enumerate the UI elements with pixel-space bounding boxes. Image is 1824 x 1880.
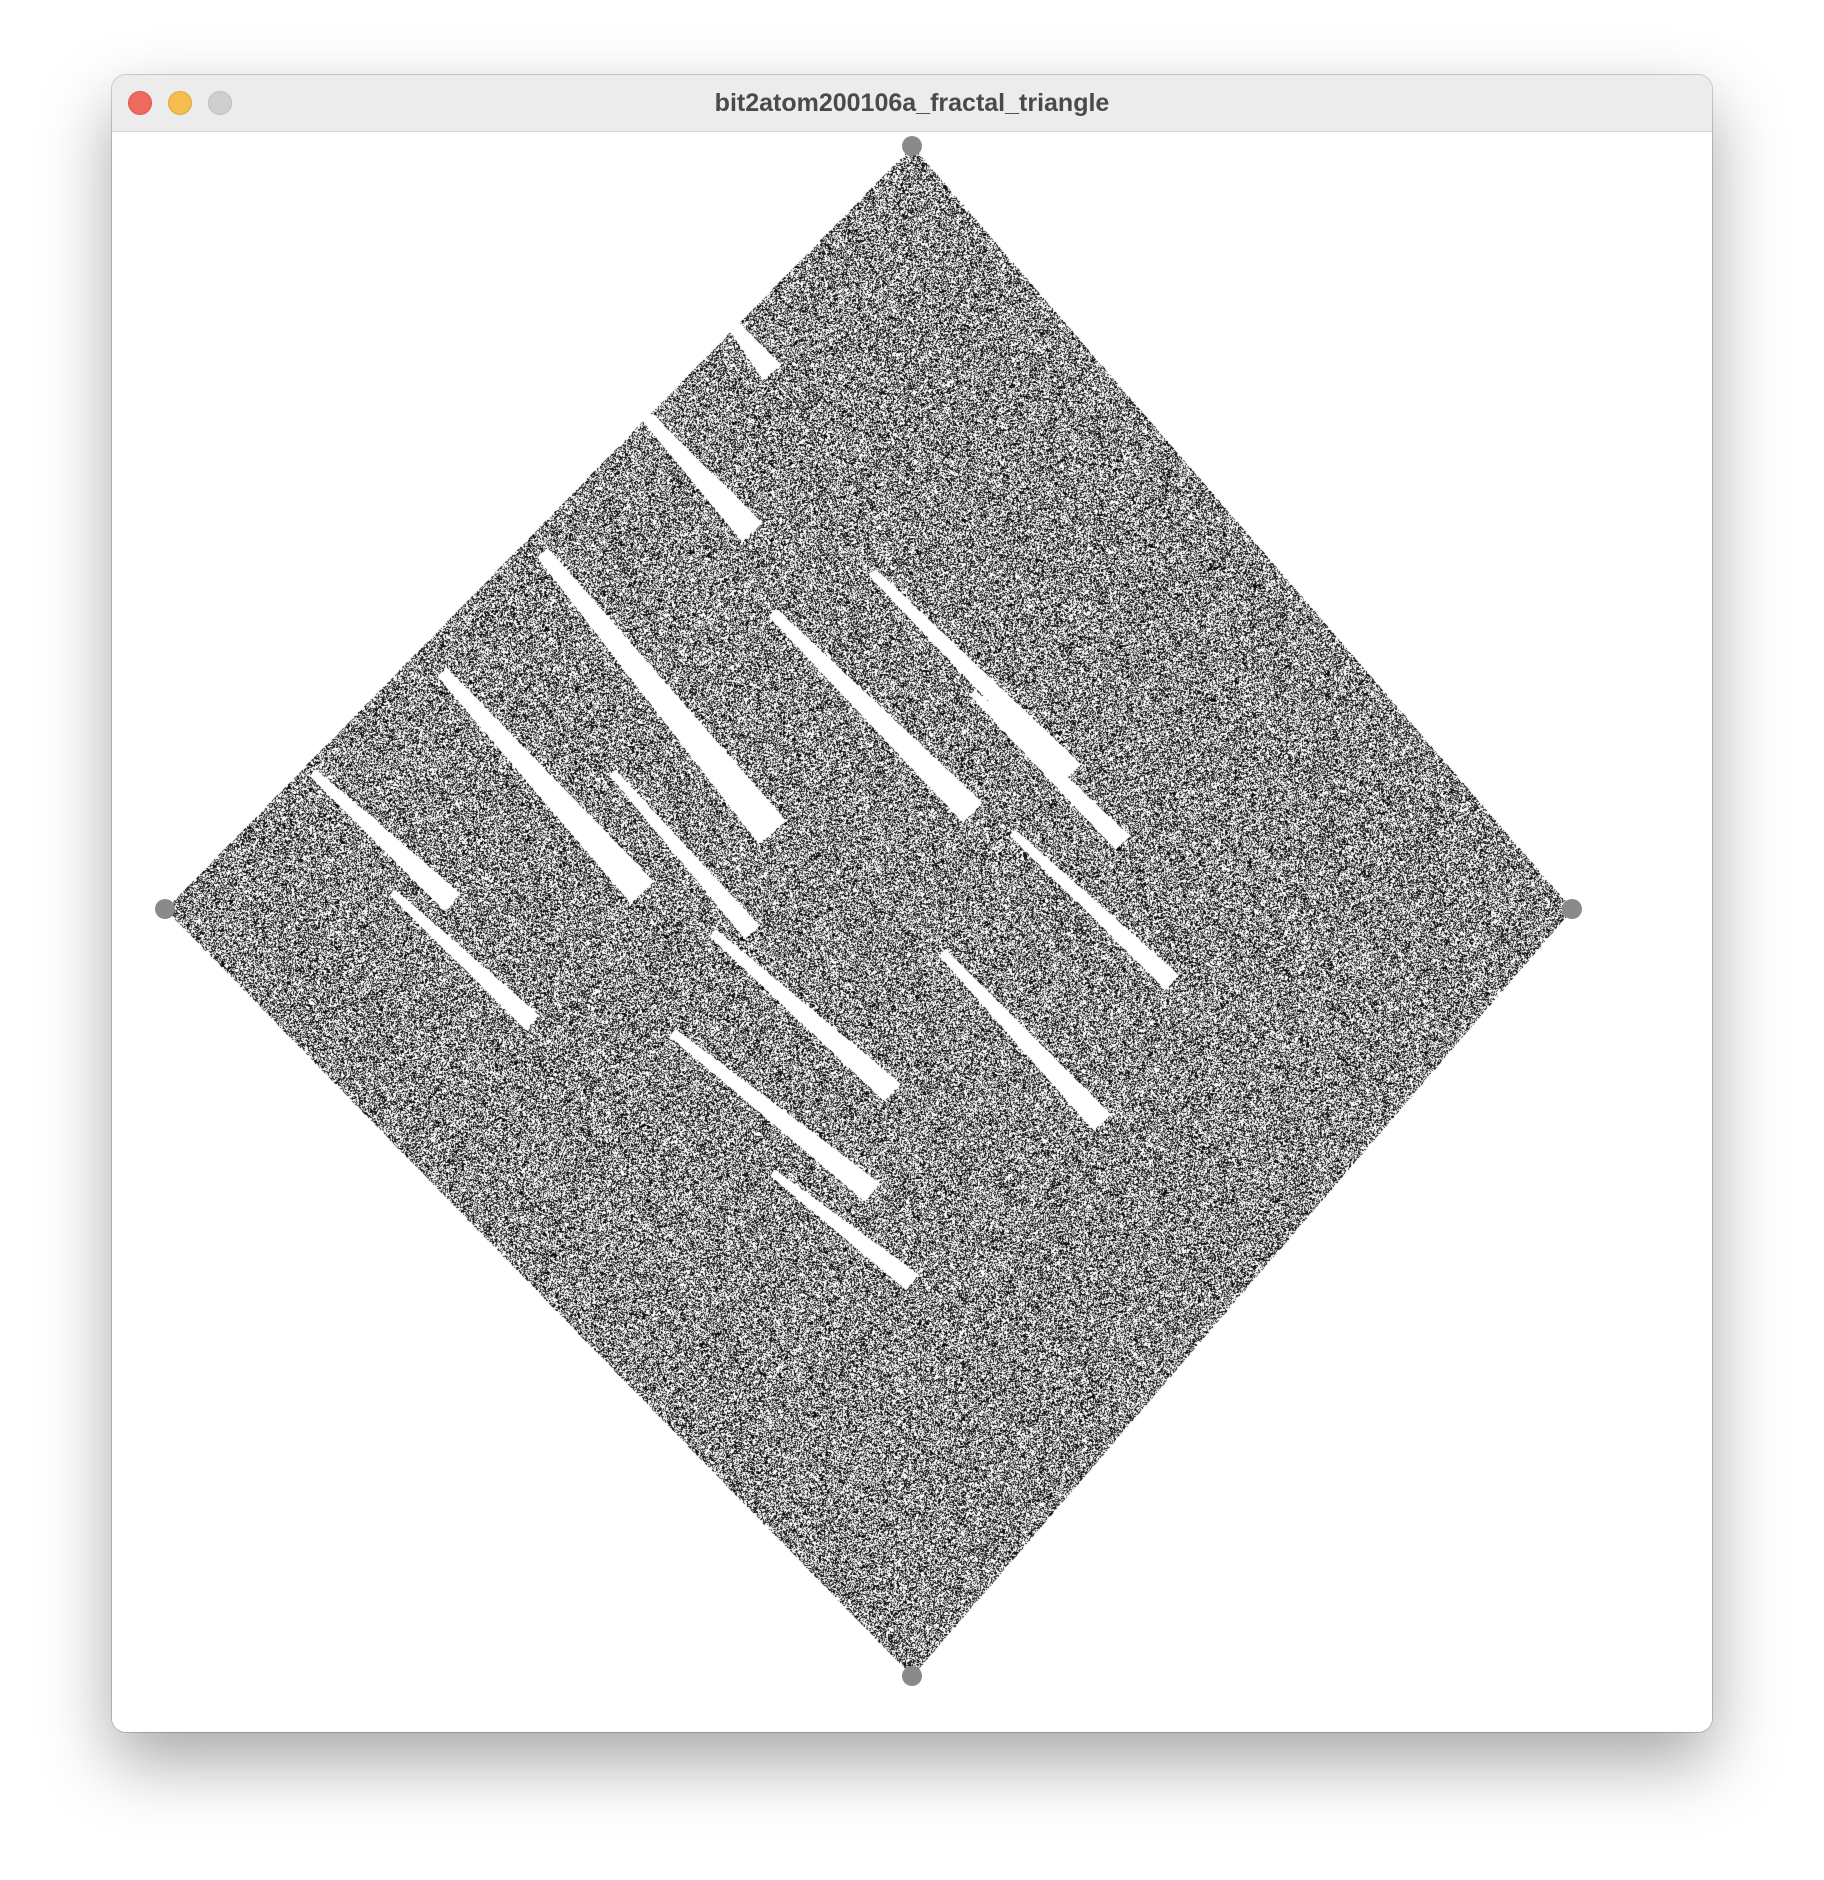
fractal-canvas[interactable] [112, 132, 1712, 1732]
window-title: bit2atom200106a_fractal_triangle [714, 89, 1110, 117]
vertex-left-marker [155, 899, 175, 919]
vertex-bottom-marker [902, 1666, 922, 1686]
title-bar[interactable]: bit2atom200106a_fractal_triangle [112, 75, 1712, 132]
vertex-right-marker [1562, 899, 1582, 919]
app-window: bit2atom200106a_fractal_triangle [112, 75, 1712, 1732]
vertex-top-marker [902, 136, 922, 156]
sketch-canvas-area[interactable] [112, 132, 1712, 1732]
